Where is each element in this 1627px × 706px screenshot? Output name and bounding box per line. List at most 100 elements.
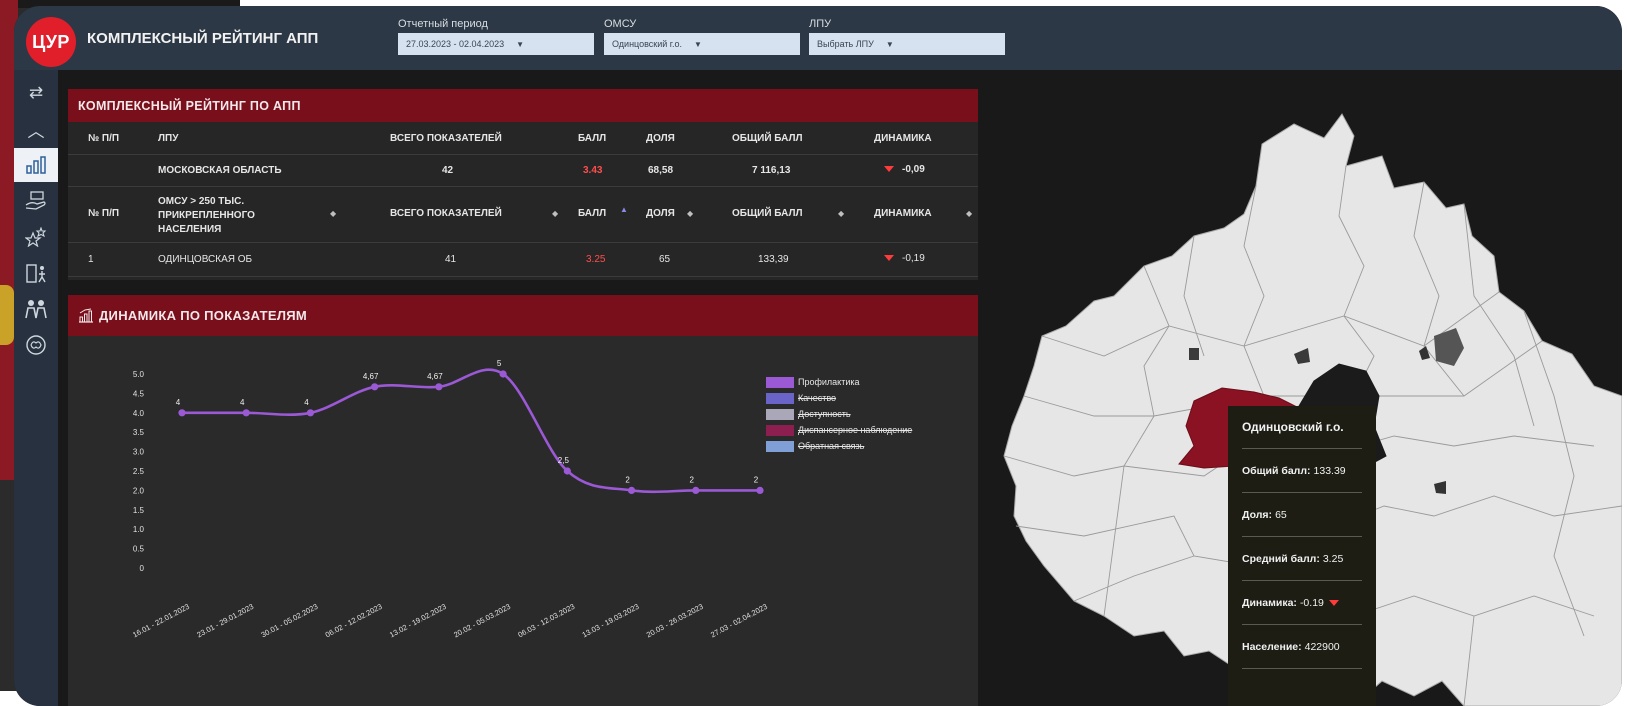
y-tick-label: 1.0 bbox=[133, 525, 145, 534]
sort-icon[interactable]: ◆ bbox=[687, 209, 693, 218]
data-label: 2,5 bbox=[558, 456, 570, 465]
row-dynamics: -0,19 bbox=[884, 253, 925, 264]
down-arrow-icon bbox=[884, 255, 894, 262]
legend-swatch bbox=[766, 376, 794, 388]
data-label: 4 bbox=[304, 398, 309, 407]
table-row-region: МОСКОВСКАЯ ОБЛАСТЬ 42 3.43 68,58 7 116,1… bbox=[68, 154, 978, 187]
col-overall-header[interactable]: ОБЩИЙ БАЛЛ bbox=[732, 133, 803, 144]
y-tick-label: 3.0 bbox=[133, 448, 145, 457]
data-label: 4 bbox=[176, 398, 181, 407]
col-dynamics-header[interactable]: ДИНАМИКА bbox=[874, 133, 932, 144]
filter-lpu-label: ЛПУ bbox=[809, 18, 832, 30]
filter-omsu: ОМСУ Одинцовский г.о. ▼ bbox=[604, 18, 800, 55]
col-omsu-header[interactable]: ОМСУ > 250 ТЫС. ПРИКРЕПЛЕННОГО НАСЕЛЕНИЯ bbox=[158, 195, 276, 237]
tooltip-value: 133.39 bbox=[1313, 464, 1346, 477]
col-num-header[interactable]: № П/П bbox=[88, 133, 119, 144]
tooltip-value: 3.25 bbox=[1322, 552, 1344, 565]
tooltip-label: Общий балл: bbox=[1242, 464, 1311, 477]
legend-label: Доступность bbox=[798, 409, 851, 419]
data-label: 4,67 bbox=[363, 372, 379, 381]
legend-item[interactable]: Обратная связь bbox=[766, 438, 912, 454]
map-enclave bbox=[1189, 348, 1199, 360]
y-tick-label: 5.0 bbox=[133, 370, 145, 379]
tooltip-row-population: Население: 422900 bbox=[1242, 625, 1362, 669]
background-highlight bbox=[0, 285, 14, 345]
data-label: 2 bbox=[625, 475, 630, 484]
filter-lpu: ЛПУ Выбрать ЛПУ ▼ bbox=[809, 18, 1005, 55]
data-point bbox=[499, 370, 507, 378]
table-row[interactable]: 1 ОДИНЦОВСКАЯ ОБ 41 3.25 65 133,39 -0,19 bbox=[68, 242, 978, 277]
legend-swatch bbox=[766, 392, 794, 404]
legend-label: Профилактика bbox=[798, 377, 860, 387]
col-share-header-2[interactable]: ДОЛЯ bbox=[646, 208, 675, 219]
legend-label: Обратная связь bbox=[798, 441, 865, 451]
stars-icon[interactable] bbox=[14, 220, 58, 254]
data-point bbox=[371, 383, 379, 391]
col-score-header-2[interactable]: БАЛЛ bbox=[578, 208, 606, 219]
region-dynamics: -0,09 bbox=[884, 164, 925, 175]
rating-table: № П/П ЛПУ ВСЕГО ПОКАЗАТЕЛЕЙ БАЛЛ ДОЛЯ ОБ… bbox=[68, 122, 978, 280]
tooltip-label: Динамика: bbox=[1242, 596, 1297, 609]
col-score-header[interactable]: БАЛЛ bbox=[578, 133, 606, 144]
sort-icon[interactable]: ◆ bbox=[966, 209, 972, 218]
tooltip-row-dynamics: Динамика: -0.19 bbox=[1242, 581, 1362, 625]
legend-item[interactable]: Диспансерное наблюдение bbox=[766, 422, 912, 438]
data-point bbox=[306, 409, 315, 417]
chart-legend: Профилактика Качество Доступность Диспансер… bbox=[766, 374, 912, 454]
app-title: КОМПЛЕКСНЫЙ РЕЙТИНГ АПП bbox=[87, 30, 319, 47]
filter-period-label: Отчетный период bbox=[398, 18, 488, 30]
row-score: 3.25 bbox=[586, 254, 606, 265]
period-select[interactable]: 27.03.2023 - 02.04.2023 ▼ bbox=[398, 33, 594, 55]
lpu-select[interactable]: Выбрать ЛПУ ▼ bbox=[809, 33, 1005, 55]
tooltip-label: Доля: bbox=[1242, 508, 1273, 521]
data-point bbox=[435, 383, 443, 391]
y-tick-label: 4.5 bbox=[133, 389, 145, 398]
exit-door-icon[interactable] bbox=[14, 256, 58, 290]
map-tooltip: Одинцовский г.о. Общий балл: 133.39 Доля:… bbox=[1228, 406, 1376, 706]
chevron-down-icon: ▼ bbox=[693, 39, 702, 49]
col-total-header[interactable]: ВСЕГО ПОКАЗАТЕЛЕЙ bbox=[390, 133, 502, 144]
legend-swatch bbox=[766, 408, 794, 420]
row-share: 65 bbox=[659, 254, 671, 265]
sort-icon[interactable]: ◆ bbox=[552, 209, 558, 218]
row-dynamics-value: -0,19 bbox=[902, 253, 925, 264]
sort-icon[interactable]: ◆ bbox=[330, 209, 336, 218]
data-point bbox=[756, 486, 764, 494]
sort-asc-icon[interactable]: ▲ bbox=[620, 205, 628, 214]
x-tick-label: 20.03 - 26.03.2023 bbox=[645, 602, 705, 640]
y-tick-label: 1.5 bbox=[133, 506, 145, 515]
legend-item[interactable]: Профилактика bbox=[766, 374, 912, 390]
legend-item[interactable]: Доступность bbox=[766, 406, 912, 422]
app-window: ЦУР КОМПЛЕКСНЫЙ РЕЙТИНГ АПП Отчетный пер… bbox=[14, 6, 1622, 706]
tooltip-row-share: Доля: 65 bbox=[1242, 493, 1362, 537]
filter-period: Отчетный период 27.03.2023 - 02.04.2023 … bbox=[398, 18, 594, 55]
legend-item[interactable]: Качество bbox=[766, 390, 912, 406]
chevron-up-icon[interactable]: ︿ bbox=[14, 112, 58, 146]
dynamics-panel-title-text: ДИНАМИКА ПО ПОКАЗАТЕЛЯМ bbox=[99, 308, 308, 323]
col-lpu-header[interactable]: ЛПУ bbox=[158, 133, 178, 144]
tooltip-row-avg: Средний балл: 3.25 bbox=[1242, 537, 1362, 581]
swap-icon[interactable]: ⇄ bbox=[14, 76, 58, 110]
brain-icon[interactable] bbox=[14, 328, 58, 362]
tooltip-title: Одинцовский г.о. bbox=[1242, 406, 1362, 449]
table-header-row: № П/П ЛПУ ВСЕГО ПОКАЗАТЕЛЕЙ БАЛЛ ДОЛЯ ОБ… bbox=[68, 122, 978, 155]
people-icon[interactable] bbox=[14, 292, 58, 326]
app-logo[interactable]: ЦУР bbox=[26, 17, 76, 67]
omsu-select[interactable]: Одинцовский г.о. ▼ bbox=[604, 33, 800, 55]
col-total-header-2[interactable]: ВСЕГО ПОКАЗАТЕЛЕЙ bbox=[390, 208, 502, 219]
omsu-select-value: Одинцовский г.о. bbox=[612, 39, 682, 49]
col-dynamics-header-2[interactable]: ДИНАМИКА bbox=[874, 208, 932, 219]
data-label: 2 bbox=[754, 475, 759, 484]
col-share-header[interactable]: ДОЛЯ bbox=[646, 133, 675, 144]
line-chart: 0 0.5 1.0 1.5 2.0 2.5 3.0 3.5 4.0 4.5 5.0 16.01 - 2… bbox=[131, 359, 769, 640]
x-tick-label: 20.02 - 05.03.2023 bbox=[452, 602, 512, 640]
sort-icon[interactable]: ◆ bbox=[838, 209, 844, 218]
chevron-down-icon: ▼ bbox=[516, 39, 525, 49]
x-tick-label: 16.01 - 22.01.2023 bbox=[131, 602, 191, 640]
col-overall-header-2[interactable]: ОБЩИЙ БАЛЛ bbox=[732, 208, 803, 219]
bar-chart-icon[interactable] bbox=[14, 148, 58, 182]
y-tick-label: 2.5 bbox=[133, 467, 145, 476]
col-num-header-2[interactable]: № П/П bbox=[88, 208, 119, 219]
x-tick-label: 13.02 - 19.02.2023 bbox=[388, 602, 448, 640]
money-hand-icon[interactable] bbox=[14, 184, 58, 218]
